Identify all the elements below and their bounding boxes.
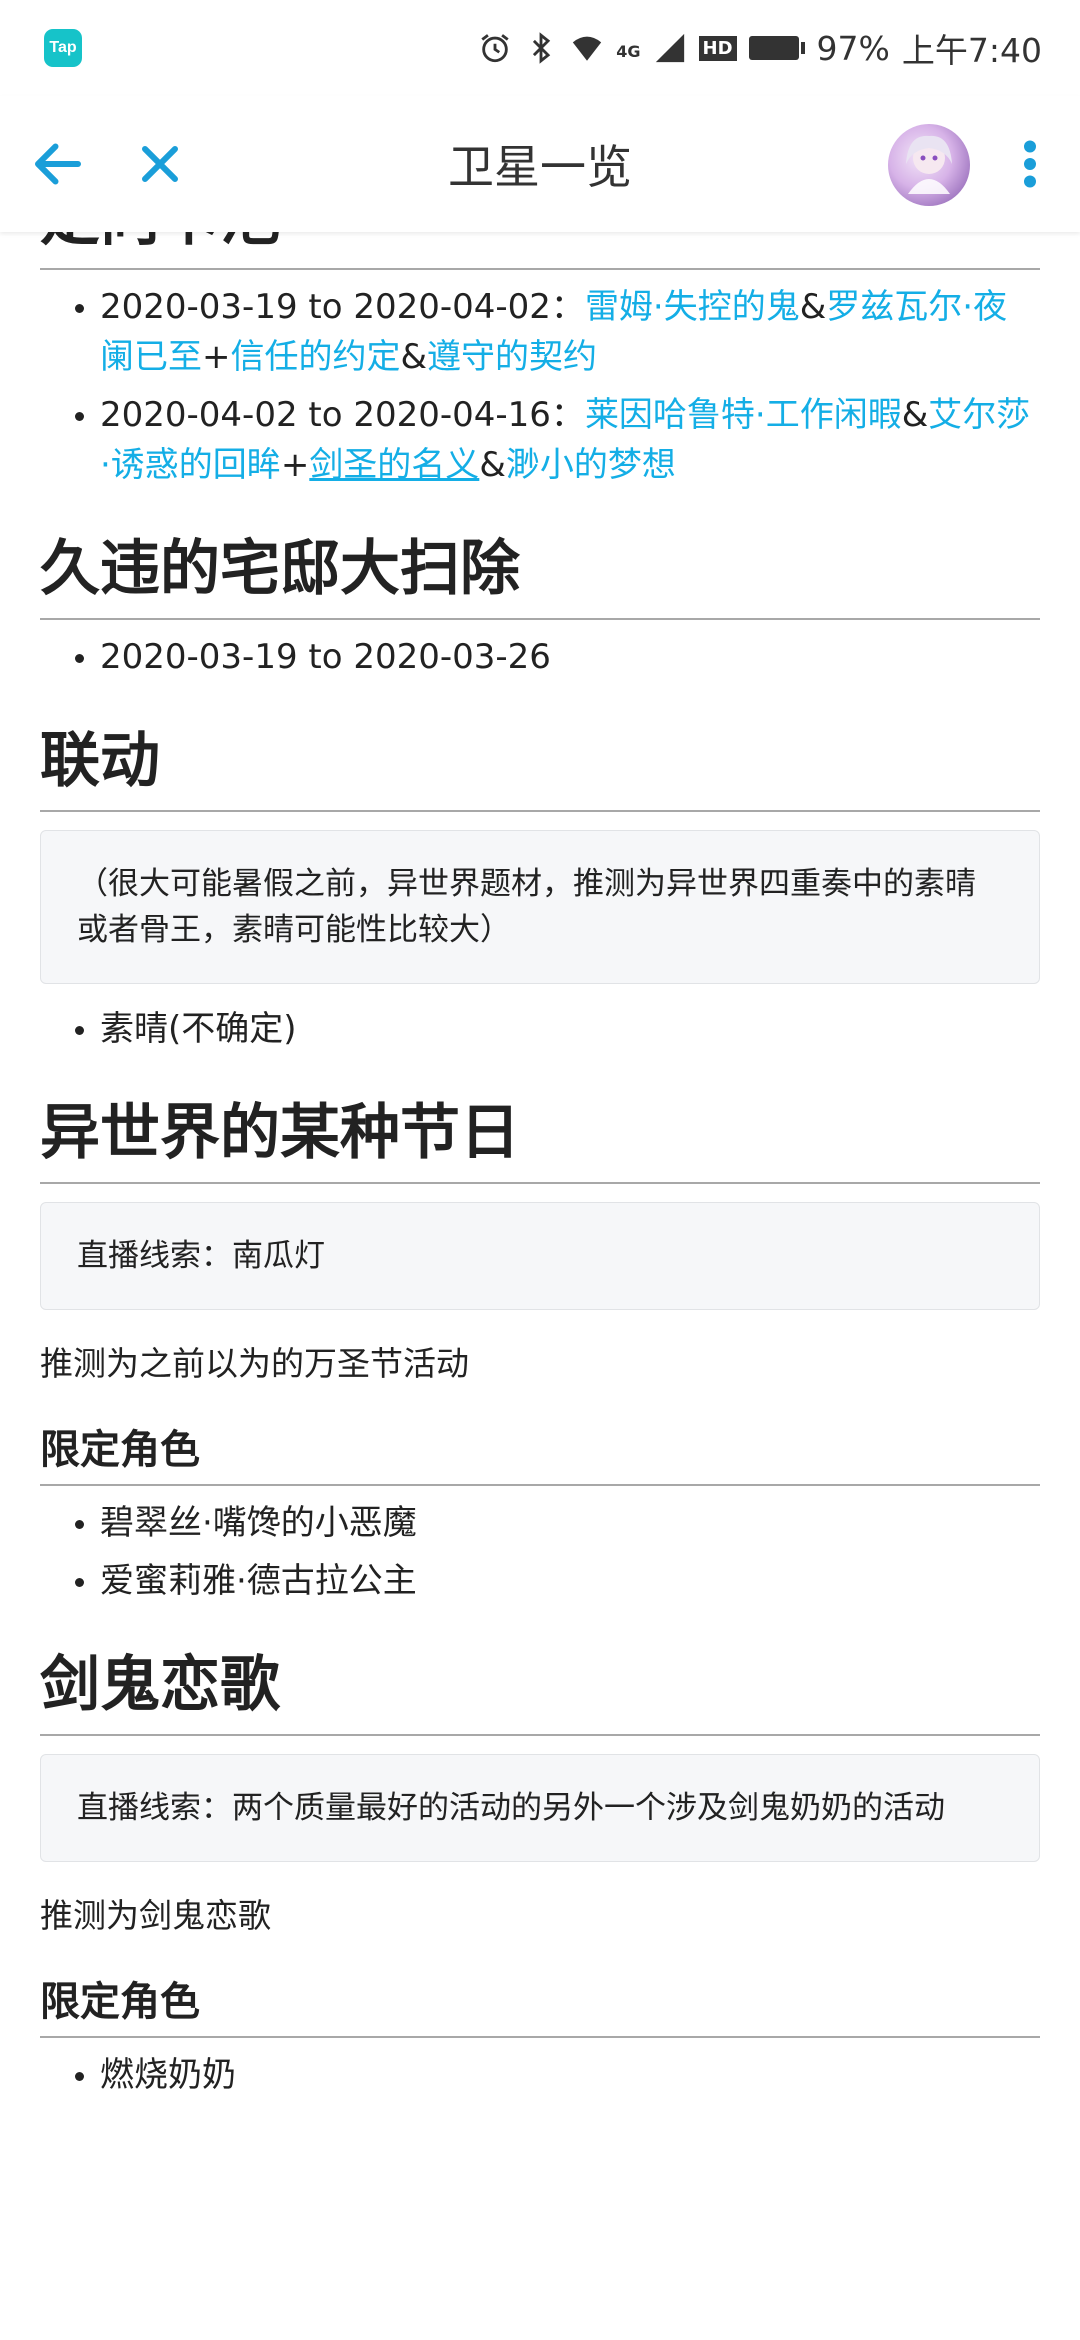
- separator: &: [400, 337, 428, 377]
- festival-note: 直播线索：南瓜灯: [40, 1202, 1040, 1310]
- list-item: 爱蜜莉雅·德古拉公主: [100, 1556, 1040, 1606]
- list-item: 素晴(不确定): [100, 1004, 1040, 1054]
- festival-guess: 推测为之前以为的万圣节活动: [40, 1344, 469, 1383]
- section-heading-partial: 定向卡池: [40, 232, 1040, 270]
- festival-limited-heading: 限定角色: [40, 1424, 1040, 1486]
- list-item: 碧翠丝·嘴馋的小恶魔: [100, 1498, 1040, 1548]
- section-heading-collab: 联动: [40, 724, 1040, 812]
- avatar[interactable]: [888, 124, 970, 206]
- cleaning-list: 2020-03-19 to 2020-03-26: [40, 632, 1040, 682]
- status-bar: Tap 4G HD 97% 上午7:40: [0, 0, 1080, 96]
- collab-list: 素晴(不确定): [40, 1004, 1040, 1054]
- separator: &: [799, 287, 827, 327]
- separator: &: [479, 445, 506, 485]
- separator: &: [901, 395, 929, 435]
- article-content[interactable]: 定向卡池 2020-03-19 to 2020-04-02：雷姆·失控的鬼&罗兹…: [0, 232, 1080, 2340]
- link-kept-contract[interactable]: 遵守的契约: [427, 337, 597, 377]
- alarm-icon: [481, 34, 509, 63]
- wifi-icon: [573, 36, 602, 61]
- list-item: 燃烧奶奶: [100, 2050, 1040, 2100]
- sword-limited-list: 燃烧奶奶: [40, 2050, 1040, 2100]
- separator: +: [280, 445, 310, 485]
- signal-icon: [655, 33, 684, 63]
- date-range: 2020-03-19 to 2020-04-02：: [100, 287, 585, 327]
- status-icons: 4G HD 97% 上午7:40: [478, 24, 1042, 72]
- battery-percent: 97%: [816, 28, 890, 68]
- banner-list: 2020-03-19 to 2020-04-02：雷姆·失控的鬼&罗兹瓦尔·夜阑…: [40, 282, 1040, 490]
- section-heading-sword: 剑鬼恋歌: [40, 1648, 1040, 1736]
- tap-app-logo: Tap: [44, 29, 82, 67]
- link-sword-saint-name[interactable]: 剑圣的名义: [309, 445, 479, 485]
- avatar-image: [906, 135, 952, 194]
- list-item: 2020-03-19 to 2020-04-02：雷姆·失控的鬼&罗兹瓦尔·夜阑…: [100, 282, 1040, 382]
- app-bar: 卫星一览: [0, 96, 1080, 232]
- more-vertical-icon[interactable]: [1010, 134, 1050, 194]
- sword-limited-heading: 限定角色: [40, 1976, 1040, 2038]
- battery-icon: [748, 36, 805, 60]
- sword-guess: 推测为剑鬼恋歌: [40, 1896, 271, 1935]
- list-item: 2020-04-02 to 2020-04-16：莱因哈鲁特·工作闲暇&艾尔莎·…: [100, 390, 1040, 490]
- clock: 上午7:40: [901, 31, 1042, 70]
- link-reinhard[interactable]: 莱因哈鲁特·工作闲暇: [585, 395, 902, 435]
- tap-logo-text: Tap: [49, 39, 77, 56]
- section-heading-festival: 异世界的某种节日: [40, 1096, 1040, 1184]
- arrow-left-icon[interactable]: [28, 134, 88, 194]
- link-rem[interactable]: 雷姆·失控的鬼: [585, 287, 800, 327]
- separator: +: [202, 337, 231, 377]
- link-trust-promise[interactable]: 信任的约定: [231, 337, 401, 377]
- list-item: 2020-03-19 to 2020-03-26: [100, 632, 1040, 682]
- bluetooth-icon: [533, 32, 551, 64]
- section-heading-cleaning: 久违的宅邸大扫除: [40, 532, 1040, 620]
- collab-note: （很大可能暑假之前，异世界题材，推测为异世界四重奏中的素晴或者骨王，素晴可能性比…: [40, 830, 1040, 984]
- festival-limited-list: 碧翠丝·嘴馋的小恶魔 爱蜜莉雅·德古拉公主: [40, 1498, 1040, 1606]
- link-tiny-dream[interactable]: 渺小的梦想: [506, 445, 676, 485]
- hd-badge: HD: [698, 35, 737, 61]
- date-range: 2020-04-02 to 2020-04-16：: [100, 395, 585, 435]
- sword-note: 直播线索：两个质量最好的活动的另外一个涉及剑鬼奶奶的活动: [40, 1754, 1040, 1862]
- close-icon[interactable]: [130, 134, 190, 194]
- network-type-label: 4G: [616, 42, 641, 61]
